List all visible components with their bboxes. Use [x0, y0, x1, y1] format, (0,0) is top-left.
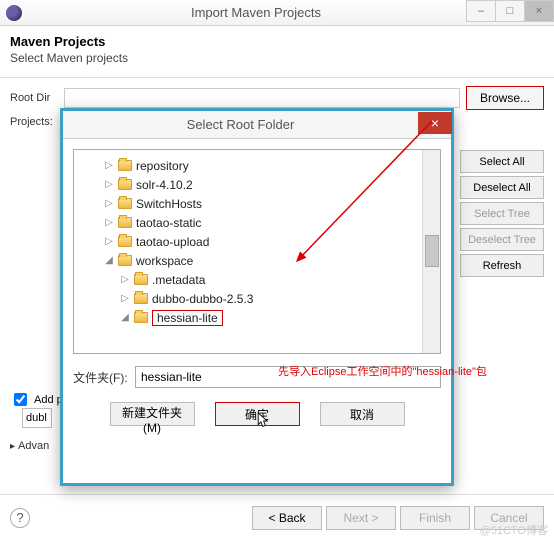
- select-tree-button[interactable]: Select Tree: [460, 202, 544, 225]
- refresh-button[interactable]: Refresh: [460, 254, 544, 277]
- tree-scrollbar[interactable]: [422, 150, 440, 353]
- expand-icon[interactable]: ◢: [104, 255, 114, 266]
- tree-item[interactable]: ▷ repository: [74, 156, 440, 175]
- root-dir-input[interactable]: [64, 88, 460, 108]
- add-project-checkbox[interactable]: [14, 393, 27, 406]
- eclipse-icon: [6, 5, 22, 21]
- expand-icon[interactable]: ▷: [104, 217, 114, 228]
- folder-icon: [118, 160, 132, 171]
- annotation-text: 先导入Eclipse工作空间中的"hessian-lite"包: [278, 363, 487, 379]
- folder-field-label: 文件夹(F):: [73, 369, 135, 386]
- root-dir-label: Root Dir: [10, 92, 64, 104]
- tree-item-label: solr-4.10.2: [136, 178, 193, 192]
- dialog-close-button[interactable]: ×: [418, 112, 452, 134]
- folder-icon: [134, 293, 148, 304]
- wizard-header: Maven Projects Select Maven projects: [0, 26, 554, 78]
- tree-item[interactable]: ▷ .metadata: [74, 270, 440, 289]
- dialog-title: Select Root Folder: [63, 117, 418, 132]
- tree-item[interactable]: ▷ SwitchHosts: [74, 194, 440, 213]
- next-button[interactable]: Next >: [326, 506, 396, 530]
- scrollbar-thumb[interactable]: [425, 235, 439, 267]
- expand-icon[interactable]: ▷: [120, 293, 130, 304]
- page-title: Maven Projects: [10, 34, 544, 49]
- tree-item-label: workspace: [136, 254, 193, 268]
- ok-button-label: 确定: [245, 408, 269, 422]
- tree-item-label: .metadata: [152, 273, 205, 287]
- ok-button[interactable]: 确定: [215, 402, 300, 426]
- deselect-all-button[interactable]: Deselect All: [460, 176, 544, 199]
- select-root-folder-dialog: Select Root Folder × ▷ repository ▷ solr-4.…: [60, 108, 454, 486]
- tree-item[interactable]: ▷ solr-4.10.2: [74, 175, 440, 194]
- tree-item[interactable]: ▷ taotao-static: [74, 213, 440, 232]
- page-subtitle: Select Maven projects: [10, 51, 544, 65]
- folder-icon: [118, 255, 132, 266]
- workingset-dropdown[interactable]: dubl: [22, 408, 52, 428]
- titlebar: Import Maven Projects – □ ×: [0, 0, 554, 26]
- tree-item-label: dubbo-dubbo-2.5.3: [152, 292, 253, 306]
- minimize-button[interactable]: –: [466, 0, 496, 22]
- tree-item-label: SwitchHosts: [136, 197, 202, 211]
- tree-item-label: taotao-static: [136, 216, 201, 230]
- expand-icon[interactable]: ▷: [120, 274, 130, 285]
- expand-icon[interactable]: ▷: [104, 198, 114, 209]
- folder-tree[interactable]: ▷ repository ▷ solr-4.10.2 ▷ SwitchHosts ▷ taot…: [73, 149, 441, 354]
- tree-item-label: repository: [136, 159, 189, 173]
- maximize-button[interactable]: □: [495, 0, 525, 22]
- projects-label: Projects:: [10, 116, 64, 128]
- add-project-label: Add p: [34, 394, 63, 406]
- expand-icon[interactable]: ▷: [104, 236, 114, 247]
- watermark: @51CTO博客: [480, 522, 548, 538]
- finish-button[interactable]: Finish: [400, 506, 470, 530]
- deselect-tree-button[interactable]: Deselect Tree: [460, 228, 544, 251]
- tree-item[interactable]: ◢ hessian-lite: [74, 308, 440, 327]
- tree-item[interactable]: ▷ taotao-upload: [74, 232, 440, 251]
- folder-icon: [118, 198, 132, 209]
- expand-icon[interactable]: ▷: [104, 160, 114, 171]
- back-button[interactable]: < Back: [252, 506, 322, 530]
- window-close-button[interactable]: ×: [524, 0, 554, 22]
- expand-icon[interactable]: ▷: [104, 179, 114, 190]
- expand-icon[interactable]: ◢: [120, 312, 130, 323]
- browse-button[interactable]: Browse...: [466, 86, 544, 110]
- advanced-expander[interactable]: Advan: [10, 440, 49, 452]
- wizard-footer: ? < Back Next > Finish Cancel: [0, 494, 554, 540]
- tree-item-label: hessian-lite: [152, 310, 223, 326]
- folder-icon: [134, 274, 148, 285]
- folder-icon: [134, 312, 148, 323]
- tree-item[interactable]: ◢ workspace: [74, 251, 440, 270]
- select-all-button[interactable]: Select All: [460, 150, 544, 173]
- folder-icon: [118, 217, 132, 228]
- tree-item-label: taotao-upload: [136, 235, 209, 249]
- folder-icon: [118, 179, 132, 190]
- folder-icon: [118, 236, 132, 247]
- new-folder-button[interactable]: 新建文件夹(M): [110, 402, 195, 426]
- help-icon[interactable]: ?: [10, 508, 30, 528]
- tree-item[interactable]: ▷ dubbo-dubbo-2.5.3: [74, 289, 440, 308]
- cancel-dialog-button[interactable]: 取消: [320, 402, 405, 426]
